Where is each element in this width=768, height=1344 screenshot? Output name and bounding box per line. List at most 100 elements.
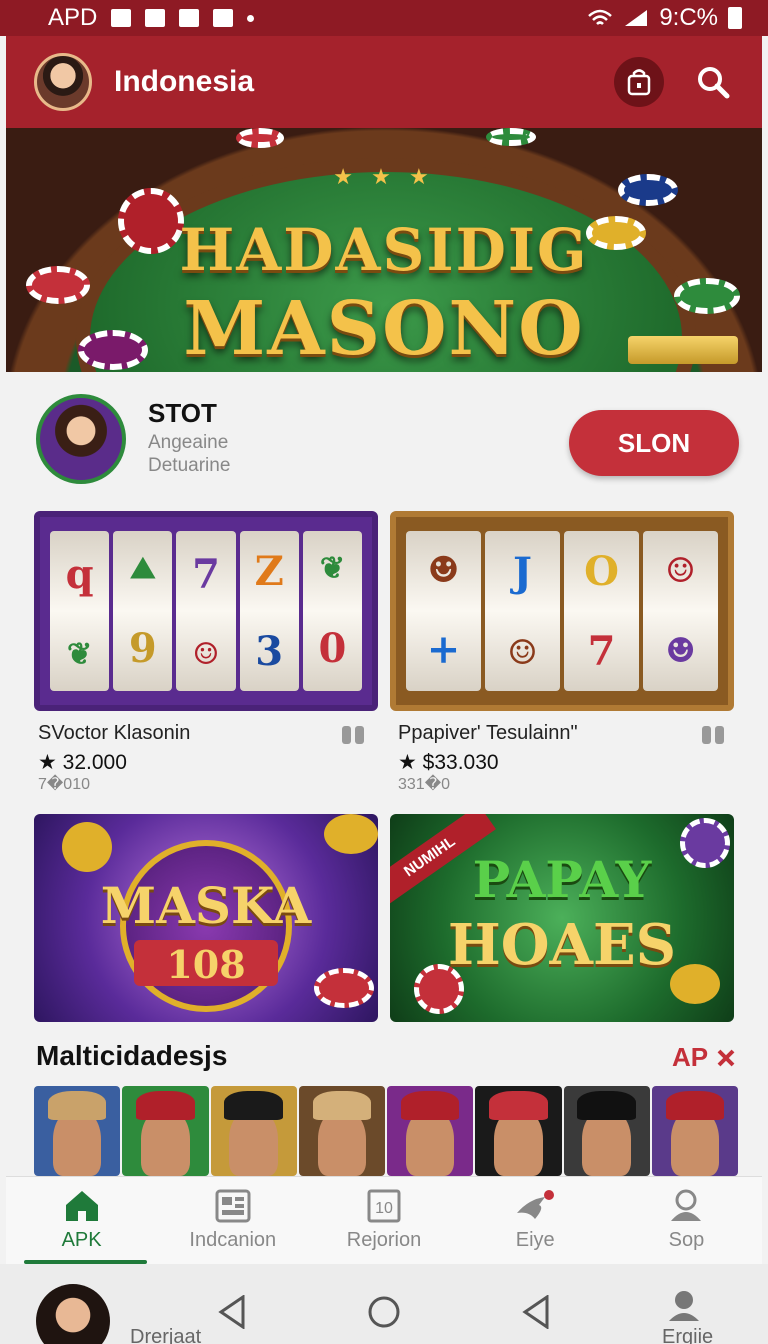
nav-item-rejorion[interactable]: 10 Rejorion xyxy=(308,1177,459,1264)
featured-game-logo xyxy=(36,394,126,484)
player-avatar[interactable] xyxy=(387,1086,474,1176)
hero-title-line2: MASONO xyxy=(183,286,585,372)
home-button[interactable] xyxy=(364,1292,404,1332)
poker-chip xyxy=(236,128,284,148)
slot-reel: q ❦ xyxy=(50,531,110,691)
bottom-navigation: APK Indcanion 10 Rejorion Eiye Sop xyxy=(6,1176,762,1264)
slot-reels: ☻ + J ☺ O7 ☺ ☻ xyxy=(406,531,718,691)
nav-label: APK xyxy=(61,1229,102,1251)
slot-reel: ☻ + xyxy=(406,531,481,691)
user-avatar[interactable] xyxy=(36,1284,110,1344)
player-avatar[interactable] xyxy=(122,1086,209,1176)
player-avatar[interactable] xyxy=(34,1086,121,1176)
character-icon: ☻ xyxy=(665,631,696,671)
grid-icon xyxy=(215,1189,251,1223)
section-link[interactable]: AP xyxy=(672,1042,736,1073)
system-label: Drerjaat xyxy=(130,1326,202,1344)
bag-button[interactable] xyxy=(614,57,664,107)
slot-reel: ☺ ☻ xyxy=(643,531,718,691)
play-button[interactable]: SLON xyxy=(569,410,739,476)
slot-game-price: ★ $33.030 xyxy=(398,751,499,774)
turban-icon: ☺ xyxy=(192,636,220,672)
svg-text:10: 10 xyxy=(375,1200,393,1217)
nav-item-apk[interactable]: APK xyxy=(6,1177,157,1264)
more-icon[interactable] xyxy=(702,726,724,744)
hero-title-line1: HADASIDIG xyxy=(179,216,589,284)
status-app-label: APD xyxy=(48,4,98,31)
poker-chip xyxy=(486,128,536,146)
player-avatar[interactable] xyxy=(563,1086,650,1176)
price-value: 32.000 xyxy=(62,751,127,774)
player-avatar[interactable] xyxy=(210,1086,297,1176)
hero-banner[interactable]: ★ ★ ★ HADASIDIG MASONO xyxy=(6,128,762,372)
featured-game-subtitle: Detuarine xyxy=(148,455,231,476)
slot-reel: 7 ☺ xyxy=(176,531,236,691)
bag-icon xyxy=(627,69,651,96)
back-icon xyxy=(218,1295,245,1329)
notification-icon xyxy=(111,9,132,27)
reel-symbol: Z xyxy=(254,547,284,595)
slot-reel: ❦ 0 xyxy=(302,531,363,691)
reel-symbol: 3 xyxy=(255,627,284,675)
reel-symbol: 7 xyxy=(192,550,220,598)
slot-reel: ⛰ 9 xyxy=(113,531,173,691)
section-link-label: AP xyxy=(672,1042,709,1072)
nav-item-eiye[interactable]: Eiye xyxy=(460,1177,611,1264)
slot-game-title: SVoctor Klasonin xyxy=(38,722,191,744)
slot-game-card[interactable]: ☻ + J ☺ O7 ☺ ☻ xyxy=(390,511,734,711)
promo-game-card[interactable]: NUMIHL PAPAY HOAES xyxy=(390,814,734,1022)
slot-game-meta: 7�010 xyxy=(38,776,90,793)
slot-game-card[interactable]: q ❦ ⛰ 9 7 ☺ Z3 ❦ 0 xyxy=(34,511,378,711)
reel-symbol: O xyxy=(584,547,619,595)
hero-stars: ★ ★ ★ xyxy=(333,164,435,189)
dot-icon xyxy=(247,14,255,22)
calendar-icon: 10 xyxy=(367,1189,401,1223)
character-icon: ☺ xyxy=(665,551,696,591)
search-button[interactable] xyxy=(688,57,738,107)
slot-reel: O7 xyxy=(564,531,639,691)
promo-title: PAPAY xyxy=(472,850,652,909)
promo-game-card[interactable]: MASKA 108 xyxy=(34,814,378,1022)
player-avatar[interactable] xyxy=(475,1086,562,1176)
account-button[interactable] xyxy=(664,1286,704,1326)
section-title: Malticidadesjs xyxy=(36,1040,228,1071)
promo-title: MASKA xyxy=(100,876,312,935)
leaf-icon: ❦ xyxy=(67,636,93,672)
reel-symbol: + xyxy=(426,626,461,674)
leaf-icon: ❦ xyxy=(319,550,345,586)
featured-game-name: STOT xyxy=(148,398,217,428)
notification-icon xyxy=(179,9,200,27)
circle-home-icon xyxy=(368,1296,400,1328)
person-icon xyxy=(669,1291,699,1321)
slot-reel: J ☺ xyxy=(485,531,560,691)
reel-symbol: 0 xyxy=(318,624,347,672)
price-value: $33.030 xyxy=(422,751,499,774)
home-icon xyxy=(65,1191,98,1221)
status-bar: APD 9:C% xyxy=(0,0,768,36)
bird-icon xyxy=(517,1190,555,1219)
player-avatar[interactable] xyxy=(298,1086,385,1176)
nav-label: Sop xyxy=(668,1229,705,1251)
system-navigation-bar: Drerjaat Ergiie xyxy=(0,1264,768,1344)
promo-number: 108 xyxy=(166,942,246,987)
back-button[interactable] xyxy=(212,1292,252,1332)
search-icon xyxy=(698,67,730,99)
slot-game-price: ★ 32.000 xyxy=(38,751,127,774)
signal-icon xyxy=(625,10,648,26)
coin-icon xyxy=(324,814,378,854)
app-bar: Indonesia xyxy=(6,36,762,128)
nav-label: Eiye xyxy=(515,1229,555,1251)
featured-game-subtitle: Angeaine xyxy=(148,432,229,453)
character-icon: ☻ xyxy=(427,548,460,591)
player-avatar[interactable] xyxy=(651,1086,738,1176)
recent-button[interactable] xyxy=(516,1292,556,1332)
promo-subtitle: HOAES xyxy=(447,912,677,978)
more-icon[interactable] xyxy=(342,726,364,744)
page-title: Indonesia xyxy=(114,65,255,98)
nav-item-sop[interactable]: Sop xyxy=(611,1177,762,1264)
nav-item-indcanion[interactable]: Indcanion xyxy=(157,1177,308,1264)
close-icon xyxy=(717,1049,735,1066)
player-avatar-strip xyxy=(34,1086,738,1176)
profile-avatar[interactable] xyxy=(34,53,92,111)
featured-game-row[interactable]: STOT Angeaine Detuarine SLON xyxy=(6,372,762,502)
